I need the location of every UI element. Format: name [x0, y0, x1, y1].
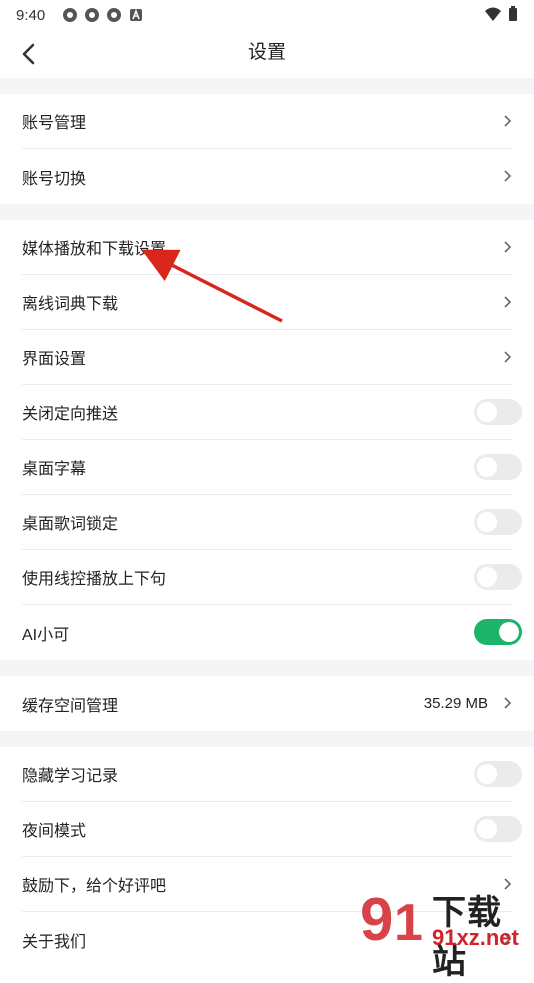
- settings-row[interactable]: 隐藏学习记录: [22, 747, 522, 802]
- app-notification-icon: [85, 8, 99, 22]
- settings-row-label: 界面设置: [22, 351, 87, 368]
- toggle-switch[interactable]: [474, 399, 522, 425]
- toggle-switch[interactable]: [474, 564, 522, 590]
- toggle-knob: [477, 512, 497, 532]
- settings-row-label: 关闭定向推送: [22, 406, 119, 423]
- a-badge-icon: [130, 8, 142, 21]
- settings-row-label: 离线词典下载: [22, 296, 119, 313]
- settings-row[interactable]: 使用线控播放上下句: [22, 550, 522, 605]
- app-notification-icon: [107, 8, 121, 22]
- notification-icons: [62, 7, 144, 23]
- back-arrow-icon[interactable]: [14, 38, 46, 70]
- settings-row[interactable]: 桌面歌词锁定: [22, 495, 522, 550]
- svg-text:9: 9: [360, 886, 393, 950]
- status-bar: 9:40: [0, 0, 534, 30]
- chevron-right-icon: [504, 170, 512, 182]
- settings-row-label: 使用线控播放上下句: [22, 571, 167, 588]
- wifi-icon: [485, 7, 501, 21]
- watermark-url: 91xz.net: [432, 925, 519, 950]
- toggle-knob: [477, 819, 497, 839]
- toggle-knob: [477, 457, 497, 477]
- section-divider: [0, 731, 534, 747]
- settings-row[interactable]: 桌面字幕: [22, 440, 522, 495]
- toggle-switch[interactable]: [474, 509, 522, 535]
- svg-text:1: 1: [394, 894, 423, 950]
- header: 设置: [0, 30, 534, 78]
- settings-row[interactable]: AI小可: [22, 605, 522, 660]
- settings-row-value: 35.29 MB: [423, 695, 488, 712]
- settings-row[interactable]: 账号管理: [22, 94, 512, 149]
- settings-row[interactable]: 关闭定向推送: [22, 385, 522, 440]
- battery-icon: [509, 6, 517, 21]
- settings-row[interactable]: 缓存空间管理 35.29 MB: [22, 676, 512, 731]
- toggle-knob: [477, 402, 497, 422]
- chevron-right-icon: [504, 115, 512, 127]
- settings-row-label: 桌面歌词锁定: [22, 516, 119, 533]
- status-time: 9:40: [16, 6, 46, 24]
- settings-row[interactable]: 界面设置: [22, 330, 512, 385]
- toggle-knob: [499, 622, 519, 642]
- settings-row[interactable]: 离线词典下载: [22, 275, 512, 330]
- section-divider: [0, 204, 534, 220]
- toggle-switch[interactable]: [474, 816, 522, 842]
- chevron-right-icon: [504, 351, 512, 363]
- chevron-right-icon: [504, 697, 512, 709]
- settings-row[interactable]: 夜间模式: [22, 802, 522, 857]
- settings-section: 缓存空间管理 35.29 MB: [0, 676, 534, 731]
- settings-row-label: 账号管理: [22, 115, 87, 132]
- chevron-right-icon: [504, 241, 512, 253]
- section-divider: [0, 78, 534, 94]
- settings-row-label: 账号切换: [22, 170, 87, 188]
- settings-row-label: AI小可: [22, 626, 70, 644]
- chevron-right-icon: [504, 296, 512, 308]
- settings-row[interactable]: 媒体播放和下载设置: [22, 220, 512, 275]
- settings-row-label: 桌面字幕: [22, 461, 87, 478]
- page-title: 设置: [247, 42, 286, 63]
- settings-row[interactable]: 账号切换: [22, 149, 512, 204]
- toggle-knob: [477, 567, 497, 587]
- settings-row-label: 媒体播放和下载设置: [22, 241, 167, 258]
- toggle-switch[interactable]: [474, 454, 522, 480]
- app-notification-icon: [63, 8, 77, 22]
- toggle-switch[interactable]: [474, 619, 522, 645]
- settings-list: 账号管理账号切换媒体播放和下载设置 离线词典下载 界面设置关闭定向推送 桌面字幕桌面歌…: [0, 78, 534, 967]
- settings-section: 账号管理 账号切换: [0, 94, 534, 204]
- section-divider: [0, 660, 534, 676]
- settings-row-label: 夜间模式: [22, 823, 87, 840]
- toggle-knob: [477, 764, 497, 784]
- settings-row-label: 隐藏学习记录: [22, 768, 119, 785]
- settings-section: 媒体播放和下载设置 离线词典下载 界面设置关闭定向推送 桌面字幕桌面歌词锁定使用线控播…: [0, 220, 534, 660]
- toggle-switch[interactable]: [474, 761, 522, 787]
